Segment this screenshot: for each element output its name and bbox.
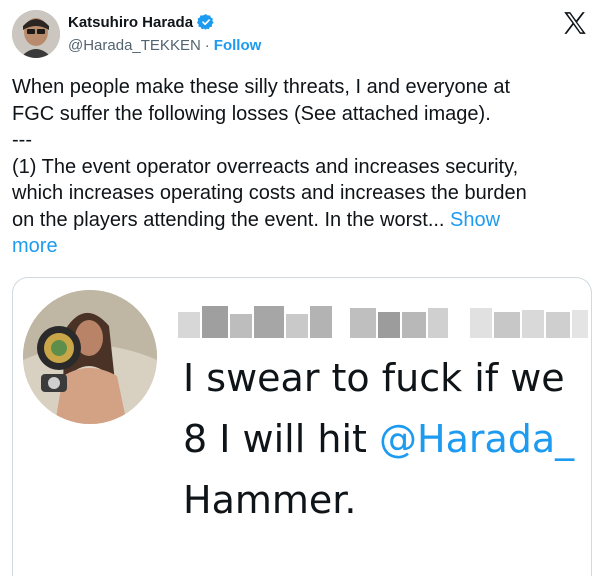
tweet-line: on the players attending the event. In t… <box>12 207 592 234</box>
tweet-body: When people make these silly threats, I … <box>12 74 592 260</box>
blurred-username <box>178 306 588 338</box>
author-handle[interactable]: @Harada_TEKKEN <box>68 37 201 54</box>
tweet-line: (1) The event operator overreacts and in… <box>12 155 519 178</box>
tweet-card: Katsuhiro Harada @Harada_TEKKEN · Follow… <box>0 0 608 576</box>
author-avatar[interactable] <box>12 10 60 58</box>
author-handle-row: @Harada_TEKKEN · Follow <box>68 37 261 54</box>
screenshot-line: I swear to fuck if we <box>183 356 565 400</box>
show-more-link-continued[interactable]: more <box>12 235 58 257</box>
author-display-name[interactable]: Katsuhiro Harada <box>68 14 193 31</box>
author-name-row: Katsuhiro Harada <box>68 12 215 32</box>
tweet-line: When people make these silly threats, I … <box>12 76 511 98</box>
tweet-line: FGC suffer the following losses (See att… <box>12 102 491 125</box>
tweet-line: --- <box>12 129 32 151</box>
screenshot-avatar <box>23 290 157 424</box>
verified-badge-icon <box>197 14 214 30</box>
author-avatar-image <box>12 10 60 58</box>
screenshot-line-text: 8 I will hit <box>183 417 379 461</box>
screenshot-avatar-image <box>23 290 157 424</box>
screenshot-line: 8 I will hit @Harada_ <box>183 409 574 470</box>
screenshot-text: I swear to fuck if we 8 I will hit @Hara… <box>183 348 574 531</box>
show-more-link[interactable]: Show <box>450 209 500 231</box>
screenshot-line: Hammer. <box>183 478 357 522</box>
x-logo-icon[interactable] <box>562 10 588 36</box>
tweet-line-text: on the players attending the event. In t… <box>12 208 451 231</box>
separator-dot: · <box>204 37 210 54</box>
tweet-line: which increases operating costs and incr… <box>12 182 527 204</box>
screenshot-mention: @Harada_ <box>379 417 575 461</box>
tweet-line: more <box>12 233 592 260</box>
follow-button[interactable]: Follow <box>214 37 262 54</box>
attached-image[interactable]: I swear to fuck if we 8 I will hit @Hara… <box>12 277 592 576</box>
